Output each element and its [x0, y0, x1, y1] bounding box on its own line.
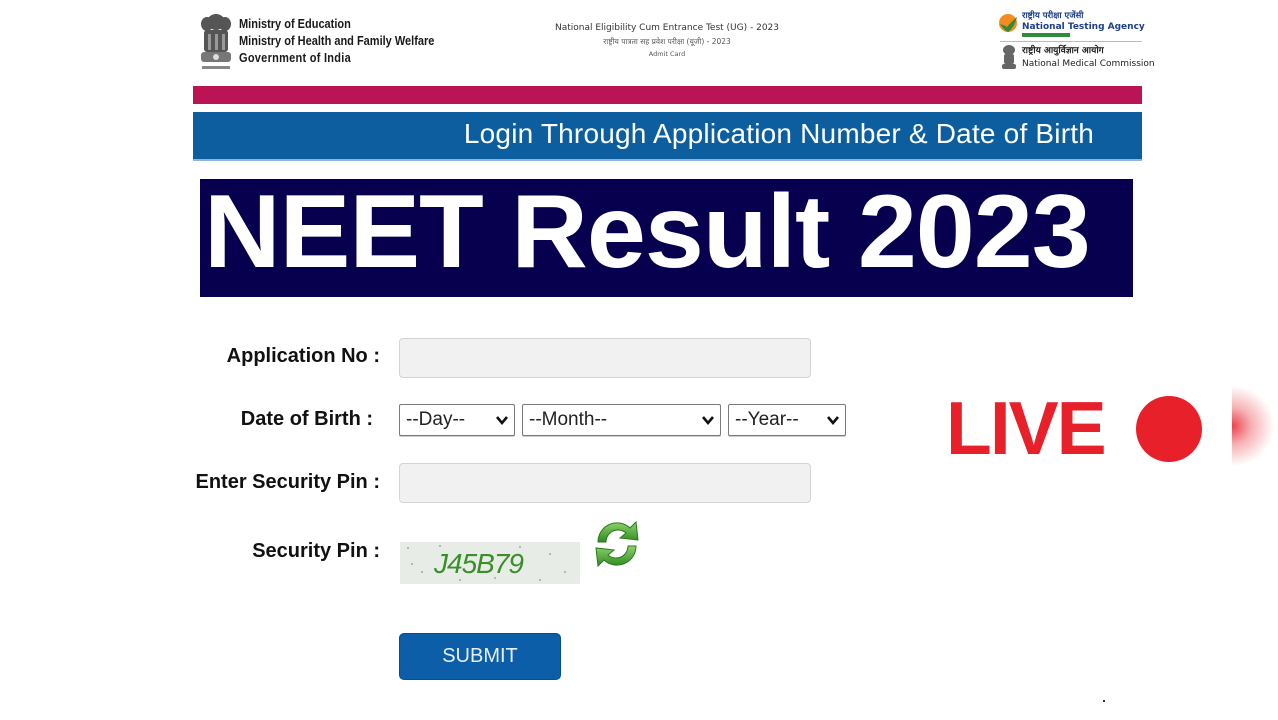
ministry-health: Ministry of Health and Family Welfare [239, 34, 435, 48]
chevron-down-icon [496, 416, 508, 426]
submit-button[interactable]: SUBMIT [399, 633, 561, 680]
dob-day-select[interactable]: --Day-- [399, 404, 515, 436]
security-pin-field[interactable] [399, 463, 811, 503]
dob-month-select[interactable]: --Month-- [522, 404, 721, 436]
decorative-dot [1103, 700, 1105, 702]
nmc-hindi: राष्ट्रीय आयुर्विज्ञान आयोग [1022, 46, 1104, 56]
enter-security-pin-label: Enter Security Pin : [195, 471, 381, 493]
header-accent-bar [193, 86, 1142, 104]
government-of-india: Government of India [239, 51, 351, 65]
application-no-label: Application No : [226, 345, 380, 367]
dob-label: Date of Birth : [240, 408, 373, 430]
result-banner: NEET Result 2023 [200, 174, 1133, 297]
nta-logo-icon [999, 14, 1017, 32]
security-pin-input[interactable] [400, 464, 810, 502]
captcha-text: J45B79 [434, 548, 524, 579]
live-glow-decoration [1232, 382, 1278, 470]
nmc-branding: राष्ट्रीय आयुर्विज्ञान आयोग National Med… [1022, 45, 1155, 71]
header-divider [1000, 41, 1142, 42]
nta-hindi: राष्ट्रीय परीक्षा एजेंसी [1022, 11, 1084, 21]
dob-year-select[interactable]: --Year-- [728, 404, 846, 436]
day-selected-value: --Day-- [406, 409, 466, 430]
ministry-education: Ministry of Education [239, 17, 351, 31]
chevron-down-icon [827, 416, 839, 426]
chevron-down-icon [702, 416, 714, 426]
month-selected-value: --Month-- [529, 409, 608, 430]
nta-tagline-strip [1022, 33, 1070, 37]
security-pin-label: Security Pin : [252, 540, 380, 562]
login-title-bar: Login Through Application Number & Date … [193, 112, 1142, 161]
live-label: LIVE [946, 386, 1107, 470]
nta-name: National Testing Agency [1022, 22, 1145, 32]
exam-title: National Eligibility Cum Entrance Test (… [554, 23, 780, 33]
application-no-field[interactable] [399, 338, 811, 378]
nmc-name: National Medical Commission [1022, 59, 1155, 69]
nta-branding: राष्ट्रीय परीक्षा एजेंसी National Testin… [1022, 11, 1145, 33]
government-ministries: Ministry of Education Ministry of Health… [239, 16, 434, 67]
application-no-input[interactable] [400, 339, 810, 377]
exam-subtitle: Admit Card [648, 50, 686, 58]
captcha-image: J45B79 [400, 542, 580, 584]
exam-header: National Eligibility Cum Entrance Test (… [520, 22, 814, 61]
national-emblem-icon [201, 14, 231, 69]
year-selected-value: --Year-- [735, 409, 799, 430]
login-title: Login Through Application Number & Date … [463, 118, 1094, 149]
refresh-icon[interactable] [590, 518, 644, 570]
exam-title-hindi: राष्ट्रीय पात्रता सह प्रवेश परीक्षा (यूज… [603, 37, 731, 46]
banner-title: NEET Result 2023 [204, 174, 1091, 290]
record-dot-icon [1136, 396, 1202, 462]
nmc-emblem-icon [1002, 45, 1016, 69]
